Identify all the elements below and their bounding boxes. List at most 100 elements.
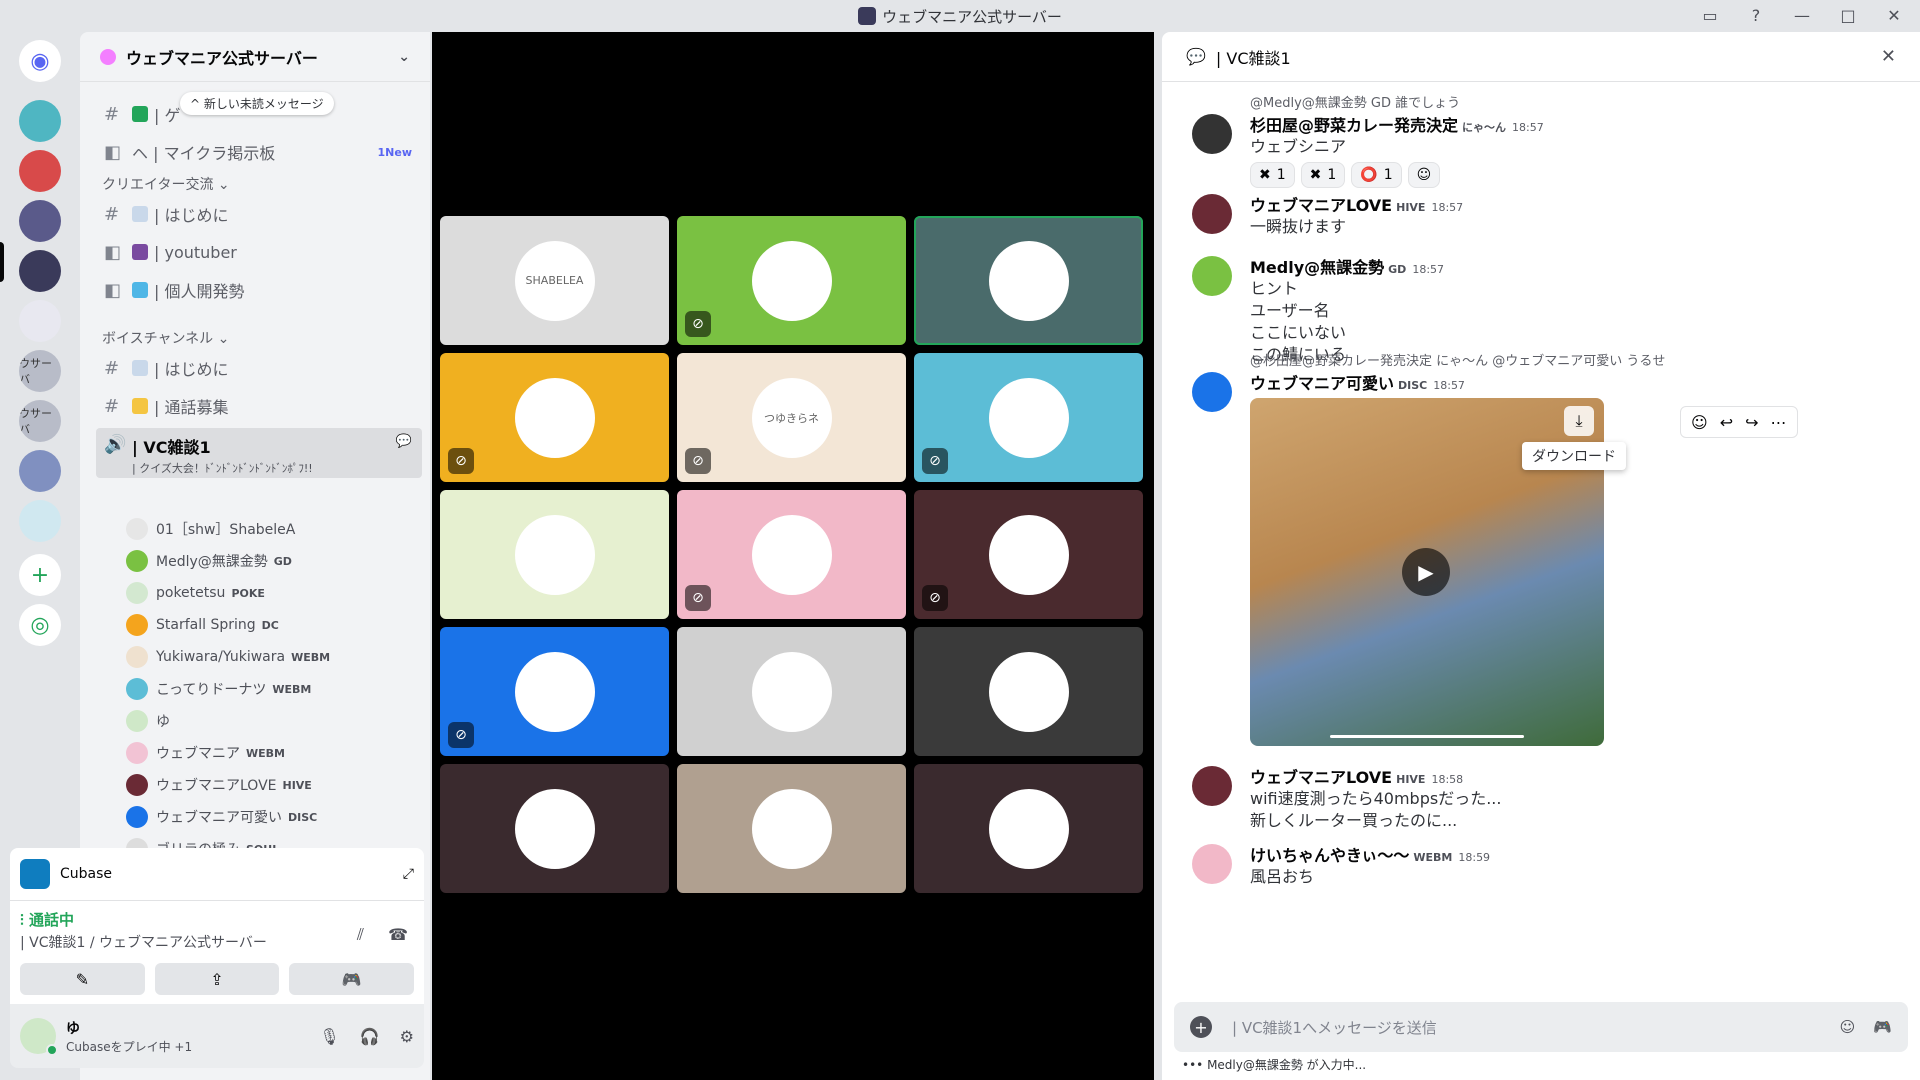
forward-icon[interactable]: ↪ xyxy=(1745,413,1758,432)
chevron-down-icon[interactable]: ⌄ xyxy=(398,49,410,65)
participant-tile[interactable]: ⊘ xyxy=(440,353,669,482)
participant-tile[interactable] xyxy=(914,627,1143,756)
avatar[interactable] xyxy=(1192,766,1232,806)
discord-home-icon[interactable]: ◉ xyxy=(19,40,61,82)
category-header[interactable]: ボイスチャンネル ⌄ xyxy=(102,328,229,348)
participant-tile[interactable]: ⊘ xyxy=(677,490,906,619)
screenshare-icon[interactable]: ⤢ xyxy=(403,866,414,882)
add-reaction-icon[interactable]: ☺ xyxy=(1407,162,1441,188)
add-attachment-icon[interactable]: + xyxy=(1190,1016,1212,1038)
server-item[interactable] xyxy=(19,200,61,242)
author-name[interactable]: ウェブマニア可愛い xyxy=(1250,374,1394,393)
voice-member[interactable]: 01［shw］ShabeleA xyxy=(126,516,422,542)
explore-icon[interactable]: ◎ xyxy=(19,604,61,646)
channel-item[interactable]: # | はじめに xyxy=(96,352,422,384)
server-item[interactable] xyxy=(19,300,61,342)
avatar[interactable] xyxy=(20,1018,58,1056)
message-text: ここにいない xyxy=(1250,323,1347,342)
author-name[interactable]: Medly@無課金勢 xyxy=(1250,258,1384,277)
download-icon[interactable]: ⤓ xyxy=(1564,406,1594,436)
voice-member[interactable]: poketetsu POKE xyxy=(126,580,422,606)
server-item[interactable]: ウサーバ xyxy=(19,400,61,442)
message-composer[interactable]: + | VC雑談1へメッセージを送信 ☺ 🎮 xyxy=(1174,1002,1908,1052)
participant-tile[interactable]: ⊘ xyxy=(914,490,1143,619)
close-icon[interactable]: ✕ xyxy=(1881,46,1896,67)
voice-member[interactable]: ウェブマニアLOVE HIVE xyxy=(126,772,422,798)
participant-tile[interactable]: つゆきらネ ⊘ xyxy=(677,353,906,482)
microphone-icon[interactable]: 🎙 xyxy=(319,1027,339,1046)
voice-member[interactable]: ウェブマニア可愛い DISC xyxy=(126,804,422,830)
inbox-icon[interactable]: ▭ xyxy=(1700,6,1720,25)
typing-indicator: ••• Medly@無課金勢 が入力中... xyxy=(1182,1058,1367,1072)
avatar[interactable] xyxy=(1192,372,1232,412)
voice-member[interactable]: Yukiwara/Yukiwara WEBM xyxy=(126,644,422,670)
play-icon[interactable]: ▶ xyxy=(1402,548,1450,596)
reaction[interactable]: ✖ 1 xyxy=(1250,162,1295,188)
channel-item-forum[interactable]: ◧ ヘ | マイクラ掲示板 1New xyxy=(96,136,422,168)
author-name[interactable]: けいちゃんやきぃ〜〜 xyxy=(1250,846,1409,865)
avatar[interactable] xyxy=(1192,256,1232,296)
disconnect-icon[interactable]: ☎ xyxy=(388,925,408,944)
more-icon[interactable]: ⋯ xyxy=(1771,413,1787,432)
gamepad-icon[interactable]: 🎮 xyxy=(1873,1018,1892,1036)
reply-preview[interactable]: @Medly@無課金勢 GD 誰でしょう xyxy=(1250,92,1460,111)
voice-member[interactable]: ゆ xyxy=(126,708,422,734)
channel-item[interactable]: ◧ | youtuber xyxy=(96,236,422,268)
server-item[interactable] xyxy=(19,500,61,542)
voice-member[interactable]: Medly@無課金勢 GD xyxy=(126,548,422,574)
channel-item[interactable]: # | 通話募集 xyxy=(96,390,422,422)
reaction-icon[interactable]: ☺ xyxy=(1691,413,1708,432)
noise-suppression-icon[interactable]: ⫽ xyxy=(357,925,364,945)
voice-connected-label[interactable]: ⫶ 通話中 xyxy=(20,909,414,930)
participant-tile[interactable] xyxy=(677,764,906,893)
avatar[interactable] xyxy=(1192,194,1232,234)
author-name[interactable]: ウェブマニアLOVE xyxy=(1250,196,1392,215)
activity-card[interactable]: Cubase ⤢ xyxy=(10,848,424,900)
voice-location[interactable]: | VC雑談1 / ウェブマニア公式サーバー xyxy=(20,932,414,952)
channel-item[interactable]: ◧ | 個人開発勢 xyxy=(96,274,422,306)
participant-tile[interactable] xyxy=(440,764,669,893)
server-item-active[interactable] xyxy=(19,250,61,292)
activity-button[interactable]: 🎮 xyxy=(289,963,415,995)
reaction[interactable]: ⭕ 1 xyxy=(1351,162,1402,188)
participant-tile[interactable]: SHABELEA xyxy=(440,216,669,345)
author-name[interactable]: ウェブマニアLOVE xyxy=(1250,768,1392,787)
participant-tile[interactable] xyxy=(914,764,1143,893)
category-header[interactable]: クリエイター交流 ⌄ xyxy=(102,174,230,194)
unread-pill[interactable]: ^ 新しい未読メッセージ xyxy=(180,92,334,115)
participant-tile[interactable] xyxy=(440,490,669,619)
add-server-icon[interactable]: + xyxy=(19,554,61,596)
video-progress[interactable] xyxy=(1330,735,1524,738)
avatar[interactable] xyxy=(1192,114,1232,154)
participant-tile[interactable] xyxy=(677,627,906,756)
screen-share-button[interactable]: ⇪ xyxy=(154,963,280,995)
server-item[interactable] xyxy=(19,450,61,492)
voice-member[interactable]: こってりドーナツ WEBM xyxy=(126,676,422,702)
voice-channel-active[interactable]: 🔊 | VC雑談1 | クイズ大会！ﾄﾞﾝﾄﾞﾝﾄﾞﾝﾄﾞﾝﾄﾞﾝﾎﾟﾌ!! 💬 xyxy=(96,428,422,478)
voice-member[interactable]: ウェブマニア WEBM xyxy=(126,740,422,766)
participant-tile[interactable]: ⊘ xyxy=(440,627,669,756)
headphones-icon[interactable]: 🎧 xyxy=(360,1027,380,1046)
camera-off-button[interactable]: ✎ xyxy=(20,963,145,995)
minimize-icon[interactable]: — xyxy=(1792,6,1812,25)
channel-item[interactable]: # | はじめに xyxy=(96,198,422,230)
reaction[interactable]: ✖ 1 xyxy=(1300,162,1346,188)
close-icon[interactable]: ✕ xyxy=(1884,6,1904,25)
reply-icon[interactable]: ↩ xyxy=(1720,413,1733,432)
help-icon[interactable]: ? xyxy=(1746,6,1766,25)
server-header[interactable]: ウェブマニア公式サーバー ⌄ xyxy=(80,32,430,82)
participant-tile[interactable] xyxy=(914,216,1143,345)
emoji-icon[interactable]: ☺ xyxy=(1840,1018,1856,1036)
reply-preview[interactable]: @杉田屋@野菜カレー発売決定 にゃ〜ん @ウェブマニア可愛い うるせ xyxy=(1250,350,1665,369)
maximize-icon[interactable]: □ xyxy=(1838,6,1858,25)
chat-bubble-icon[interactable]: 💬 xyxy=(396,434,412,449)
voice-member[interactable]: Starfall Spring DC xyxy=(126,612,422,638)
server-item[interactable] xyxy=(19,150,61,192)
server-item[interactable]: ウサーバ xyxy=(19,350,61,392)
participant-tile[interactable]: ⊘ xyxy=(677,216,906,345)
settings-icon[interactable]: ⚙ xyxy=(400,1027,414,1046)
server-item[interactable] xyxy=(19,100,61,142)
participant-tile[interactable]: ⊘ xyxy=(914,353,1143,482)
avatar[interactable] xyxy=(1192,844,1232,884)
author-name[interactable]: 杉田屋@野菜カレー発売決定 xyxy=(1250,116,1458,135)
